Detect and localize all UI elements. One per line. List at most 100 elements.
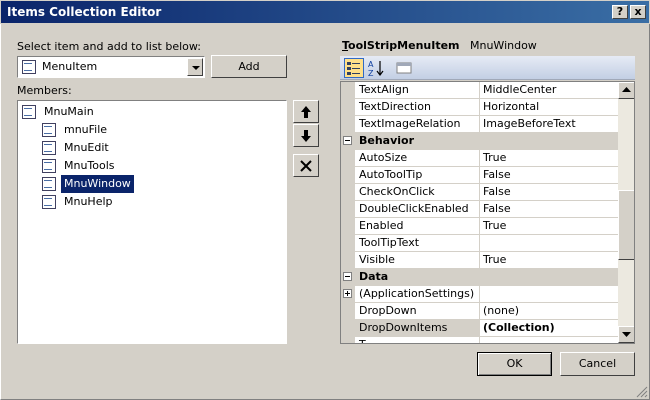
menu-item-icon — [41, 176, 57, 192]
property-name: AutoToolTip — [355, 167, 480, 184]
members-label: Members: — [17, 84, 72, 97]
property-grid[interactable]: TextAlign MiddleCenter TextDirection Horizo… — [340, 81, 635, 344]
property-name: Visible — [355, 252, 480, 269]
property-value[interactable] — [480, 337, 619, 343]
members-tree[interactable]: MnuMain mnuFile MnuEdit MnuTools MnuWindow Mn… — [17, 100, 287, 344]
row-margin — [341, 320, 355, 337]
scroll-down-arrow-icon — [622, 332, 631, 337]
property-grid-scrollbar[interactable] — [618, 82, 634, 343]
scroll-up-button[interactable] — [618, 82, 634, 99]
property-name: AutoSize — [355, 150, 480, 167]
property-row[interactable]: AutoSize True — [341, 150, 619, 167]
item-type-combo[interactable]: MenuItem — [17, 56, 205, 78]
move-down-button[interactable] — [293, 124, 319, 147]
property-row[interactable]: (ApplicationSettings) — [341, 286, 619, 303]
categorized-icon — [347, 62, 360, 75]
category-row[interactable]: Behavior — [341, 133, 619, 150]
row-margin — [341, 150, 355, 167]
category-label: Data — [359, 270, 389, 283]
arrow-up-icon — [301, 106, 311, 118]
property-value[interactable] — [480, 235, 619, 252]
collapse-icon[interactable] — [343, 272, 352, 281]
delete-x-icon — [300, 160, 312, 172]
alphabetical-button[interactable]: A Z — [366, 58, 386, 78]
property-row[interactable]: T — [341, 337, 619, 343]
sort-az-icon: A Z — [368, 60, 384, 78]
property-value[interactable]: Horizontal — [480, 99, 619, 116]
menu-item-icon — [41, 194, 57, 210]
tree-item-label: mnuFile — [64, 123, 108, 136]
add-button[interactable]: Add — [211, 55, 287, 78]
property-value[interactable]: False — [480, 167, 619, 184]
row-margin — [341, 252, 355, 269]
property-grid-toolbar: A Z — [340, 56, 635, 80]
category-row[interactable]: Data — [341, 269, 619, 286]
property-name: (ApplicationSettings) — [355, 286, 480, 303]
cancel-button[interactable]: Cancel — [560, 352, 635, 376]
row-margin — [341, 286, 355, 303]
row-margin — [341, 184, 355, 201]
category-label: Behavior — [359, 134, 415, 147]
property-name: CheckOnClick — [355, 184, 480, 201]
property-pages-icon — [396, 62, 412, 74]
row-margin — [341, 201, 355, 218]
property-row[interactable]: Visible True — [341, 252, 619, 269]
property-value[interactable] — [480, 286, 619, 303]
property-row[interactable]: DropDownItems (Collection) — [341, 320, 619, 337]
property-value[interactable]: (none) — [480, 303, 619, 320]
row-margin — [341, 337, 355, 343]
property-value[interactable]: True — [480, 252, 619, 269]
scroll-up-arrow-icon — [622, 87, 631, 92]
property-pages-button[interactable] — [394, 58, 414, 78]
property-row[interactable]: TextDirection Horizontal — [341, 99, 619, 116]
title-bar: Items Collection Editor ? x — [0, 0, 650, 24]
property-name: DoubleClickEnabled — [355, 201, 480, 218]
tree-item-label: MnuHelp — [64, 195, 113, 208]
help-button[interactable]: ? — [612, 5, 628, 19]
property-grid-object-name: MnuWindow — [470, 39, 537, 52]
tree-item-label: MnuWindow — [61, 175, 134, 193]
property-value[interactable]: MiddleCenter — [480, 82, 619, 99]
svg-text:Z: Z — [368, 69, 374, 78]
menu-item-icon — [41, 158, 57, 174]
row-margin — [341, 303, 355, 320]
expand-icon[interactable] — [343, 289, 352, 298]
property-row[interactable]: CheckOnClick False — [341, 184, 619, 201]
property-row[interactable]: TextAlign MiddleCenter — [341, 82, 619, 99]
property-row[interactable]: Enabled True — [341, 218, 619, 235]
property-row[interactable]: DoubleClickEnabled False — [341, 201, 619, 218]
close-button[interactable]: x — [630, 5, 646, 19]
row-margin — [341, 167, 355, 184]
row-margin — [341, 133, 355, 150]
property-name: TextDirection — [355, 99, 480, 116]
scroll-down-button[interactable] — [618, 326, 634, 343]
scroll-thumb[interactable] — [618, 190, 634, 260]
combo-dropdown-arrow[interactable] — [187, 58, 203, 76]
property-row[interactable]: DropDown (none) — [341, 303, 619, 320]
window-title: Items Collection Editor — [7, 5, 162, 19]
move-up-button[interactable] — [293, 100, 319, 123]
property-row[interactable]: TextImageRelation ImageBeforeText — [341, 116, 619, 133]
property-value[interactable]: True — [480, 150, 619, 167]
item-type-value: MenuItem — [42, 60, 98, 73]
property-row[interactable]: AutoToolTip False — [341, 167, 619, 184]
collapse-icon[interactable] — [343, 136, 352, 145]
row-margin — [341, 116, 355, 133]
select-item-label: Select item and add to list below: — [17, 40, 202, 53]
row-margin — [341, 235, 355, 252]
tree-item-label: MnuEdit — [64, 141, 109, 154]
property-row[interactable]: ToolTipText — [341, 235, 619, 252]
tree-item-label: MnuMain — [44, 105, 94, 118]
row-margin — [341, 218, 355, 235]
property-value[interactable]: ImageBeforeText — [480, 116, 619, 133]
property-value[interactable]: False — [480, 201, 619, 218]
property-value[interactable]: False — [480, 184, 619, 201]
property-name: DropDown — [355, 303, 480, 320]
categorized-button[interactable] — [344, 58, 364, 78]
property-value[interactable]: True — [480, 218, 619, 235]
resize-grip-icon[interactable] — [636, 386, 648, 398]
remove-button[interactable] — [293, 154, 319, 177]
property-value[interactable]: (Collection) — [480, 320, 619, 337]
ok-button[interactable]: OK — [477, 352, 552, 376]
property-name: T — [355, 337, 480, 343]
